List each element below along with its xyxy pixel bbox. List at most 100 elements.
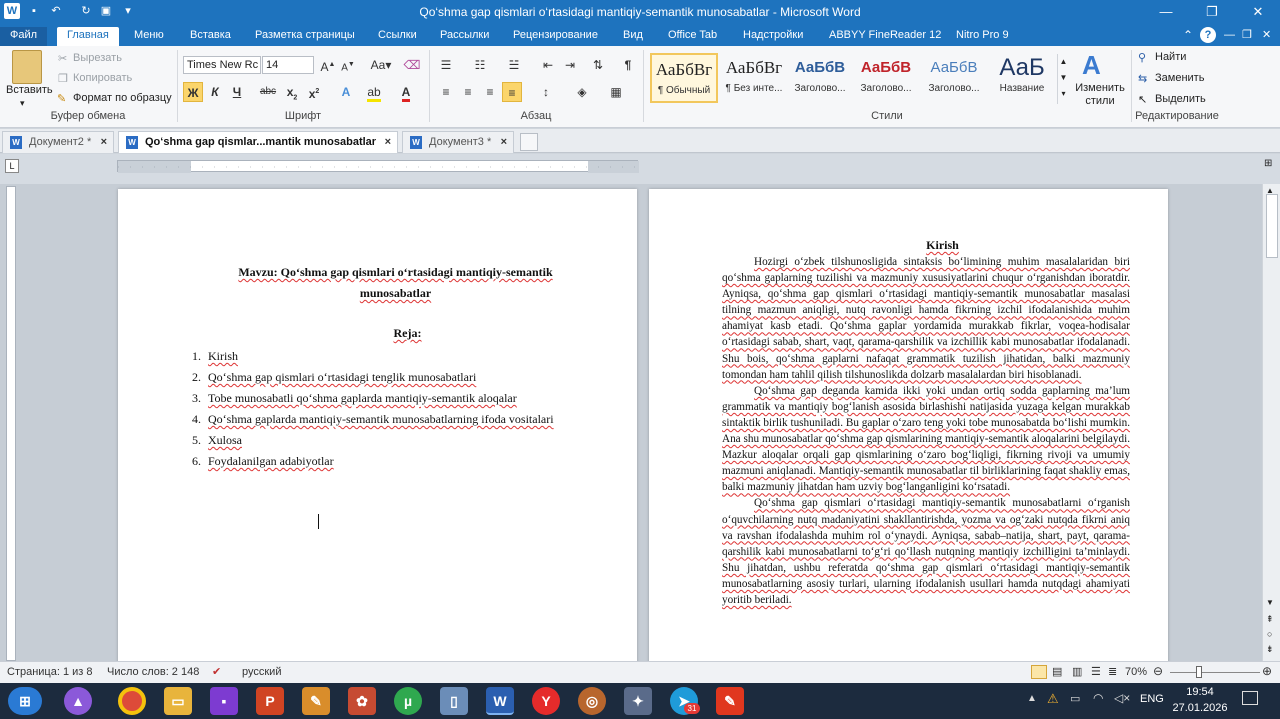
doc-tab[interactable]: W Qo‘shma gap qismlar...mantik munosabat… <box>118 131 398 153</box>
zoom-slider-thumb[interactable] <box>1196 666 1202 678</box>
change-case-icon[interactable]: Aa▾ <box>368 55 394 75</box>
style-heading1[interactable]: АаБбВ Заголово... <box>786 53 854 103</box>
strikethrough-icon[interactable]: abc <box>258 82 278 102</box>
page-1[interactable]: Mavzu: Qo‘shma gap qismlari o‘rtasidagi … <box>118 189 637 661</box>
styles-scroll-icon[interactable]: ▲ ▼ ▾ <box>1057 54 1069 104</box>
bullets-icon[interactable]: ☰ <box>436 55 456 75</box>
start-button-icon[interactable]: ⊞ <box>8 687 42 715</box>
align-center-icon[interactable]: ≡ <box>458 82 478 102</box>
horizontal-ruler[interactable] <box>117 160 639 173</box>
close-icon[interactable]: × <box>501 132 507 152</box>
zoom-out-icon[interactable]: ⊖ <box>1153 664 1163 678</box>
warning-icon[interactable]: ⚠ <box>1047 691 1059 707</box>
tab-mailings[interactable]: Рассылки <box>440 27 489 46</box>
chrome-icon[interactable] <box>118 687 146 715</box>
line-spacing-icon[interactable]: ↕ <box>536 82 556 102</box>
yandex-icon[interactable]: Y <box>532 687 560 715</box>
vertical-scrollbar[interactable]: ▲ ▼ ⇞ ○ ⇟ <box>1262 184 1280 661</box>
proofing-icon[interactable]: ✔ <box>212 665 221 678</box>
tray-expand-icon[interactable]: ▲ <box>1027 693 1037 704</box>
tab-references[interactable]: Ссылки <box>378 27 417 46</box>
numbering-icon[interactable]: ☷ <box>470 55 490 75</box>
highlight-icon[interactable]: ab <box>364 82 384 102</box>
tab-addins[interactable]: Надстройки <box>743 27 803 46</box>
increase-indent-icon[interactable]: ⇥ <box>560 55 580 75</box>
find-button[interactable]: Найти <box>1155 51 1186 63</box>
language[interactable]: русский <box>242 666 281 678</box>
draft-icon[interactable]: ≣ <box>1108 665 1117 678</box>
notepad-icon[interactable]: ▯ <box>440 687 468 715</box>
paste-button[interactable]: Вставить <box>6 84 53 96</box>
clock-date[interactable]: 27.01.2026 <box>1170 702 1230 714</box>
doc-close-icon[interactable]: ✕ <box>1262 27 1271 46</box>
font-name-input[interactable]: Times New Rc <box>183 56 261 74</box>
close-icon[interactable]: × <box>385 132 391 152</box>
doc-restore-icon[interactable]: ❐ <box>1242 27 1252 46</box>
web-layout-icon[interactable]: ▥ <box>1072 665 1082 678</box>
notifications-icon[interactable] <box>1242 691 1258 705</box>
page-count[interactable]: Страница: 1 из 8 <box>7 666 93 678</box>
close-icon[interactable]: × <box>101 132 107 152</box>
tab-review[interactable]: Рецензирование <box>513 27 598 46</box>
show-marks-icon[interactable]: ¶ <box>618 55 638 75</box>
paste-dropdown-icon[interactable]: ▾ <box>20 98 25 109</box>
change-styles-icon[interactable]: A <box>1082 50 1101 81</box>
justify-icon[interactable]: ≡ <box>502 82 522 102</box>
sort-icon[interactable]: ⇅ <box>588 55 608 75</box>
restore-button[interactable]: ❐ <box>1189 0 1235 24</box>
word-taskbar-icon[interactable]: W <box>486 687 514 715</box>
keyboard-language[interactable]: ENG <box>1140 693 1164 705</box>
full-screen-icon[interactable]: ▤ <box>1052 665 1062 678</box>
format-painter-button[interactable]: Формат по образцу <box>73 92 172 104</box>
tab-page-layout[interactable]: Разметка страницы <box>255 27 355 46</box>
tab-file[interactable]: Файл <box>0 27 48 46</box>
new-tab-icon[interactable] <box>520 133 538 151</box>
next-page-icon[interactable]: ⇟ <box>1266 644 1274 655</box>
shrink-font-icon[interactable]: A▼ <box>338 55 358 75</box>
italic-icon[interactable]: К <box>205 82 225 102</box>
vertical-ruler[interactable] <box>6 186 16 661</box>
change-styles-button[interactable]: Изменить стили <box>1075 82 1125 108</box>
tab-selector-icon[interactable]: L <box>5 159 19 173</box>
close-button[interactable]: ✕ <box>1235 0 1280 24</box>
paste-icon[interactable] <box>12 50 42 84</box>
clear-format-icon[interactable]: ⌫ <box>402 55 422 75</box>
style-no-spacing[interactable]: АаБбВг ¶ Без инте... <box>720 53 788 103</box>
style-heading3[interactable]: АаБбВ Заголово... <box>920 53 988 103</box>
pdf-icon[interactable]: ✎ <box>716 687 744 715</box>
zoom-slider[interactable] <box>1170 672 1260 673</box>
font-size-input[interactable]: 14 <box>262 56 314 74</box>
assistant-icon[interactable]: ▲ <box>64 687 92 715</box>
shading-icon[interactable]: ◈ <box>572 82 592 102</box>
powerpoint-icon[interactable]: P <box>256 687 284 715</box>
style-heading2[interactable]: АаБбВ Заголово... <box>852 53 920 103</box>
tab-insert[interactable]: Вставка <box>190 27 231 46</box>
text-effects-icon[interactable]: A <box>336 82 356 102</box>
clock-time[interactable]: 19:54 <box>1170 686 1230 698</box>
borders-icon[interactable]: ▦ <box>606 82 626 102</box>
tab-view[interactable]: Вид <box>623 27 643 46</box>
word-count[interactable]: Число слов: 2 148 <box>107 666 199 678</box>
cd-burner-icon[interactable]: ◎ <box>578 687 606 715</box>
volume-icon[interactable]: ◁× <box>1114 691 1130 705</box>
zoom-level[interactable]: 70% <box>1125 666 1147 678</box>
select-button[interactable]: Выделить <box>1155 93 1206 105</box>
align-right-icon[interactable]: ≡ <box>480 82 500 102</box>
view-ruler-icon[interactable]: ⊞ <box>1264 158 1278 172</box>
tab-menu[interactable]: Меню <box>134 27 164 46</box>
grow-font-icon[interactable]: A▲ <box>318 55 338 75</box>
doc-tab[interactable]: W Документ2 * × <box>2 131 114 153</box>
tab-home[interactable]: Главная <box>57 27 119 46</box>
prev-page-icon[interactable]: ⇞ <box>1266 614 1274 625</box>
align-left-icon[interactable]: ≡ <box>436 82 456 102</box>
font-color-icon[interactable]: A <box>396 82 416 102</box>
superscript-icon[interactable]: x2 <box>304 82 324 102</box>
outline-icon[interactable]: ☰ <box>1091 665 1101 678</box>
subscript-icon[interactable]: x2 <box>282 82 302 102</box>
wifi-icon[interactable]: ◠ <box>1093 691 1103 705</box>
torrent-icon[interactable]: µ <box>394 687 422 715</box>
battery-icon[interactable]: ▭ <box>1070 692 1080 705</box>
save-disk-icon[interactable]: ▪ <box>210 687 238 715</box>
multilevel-list-icon[interactable]: ☱ <box>504 55 524 75</box>
underline-icon[interactable]: Ч <box>227 82 247 102</box>
